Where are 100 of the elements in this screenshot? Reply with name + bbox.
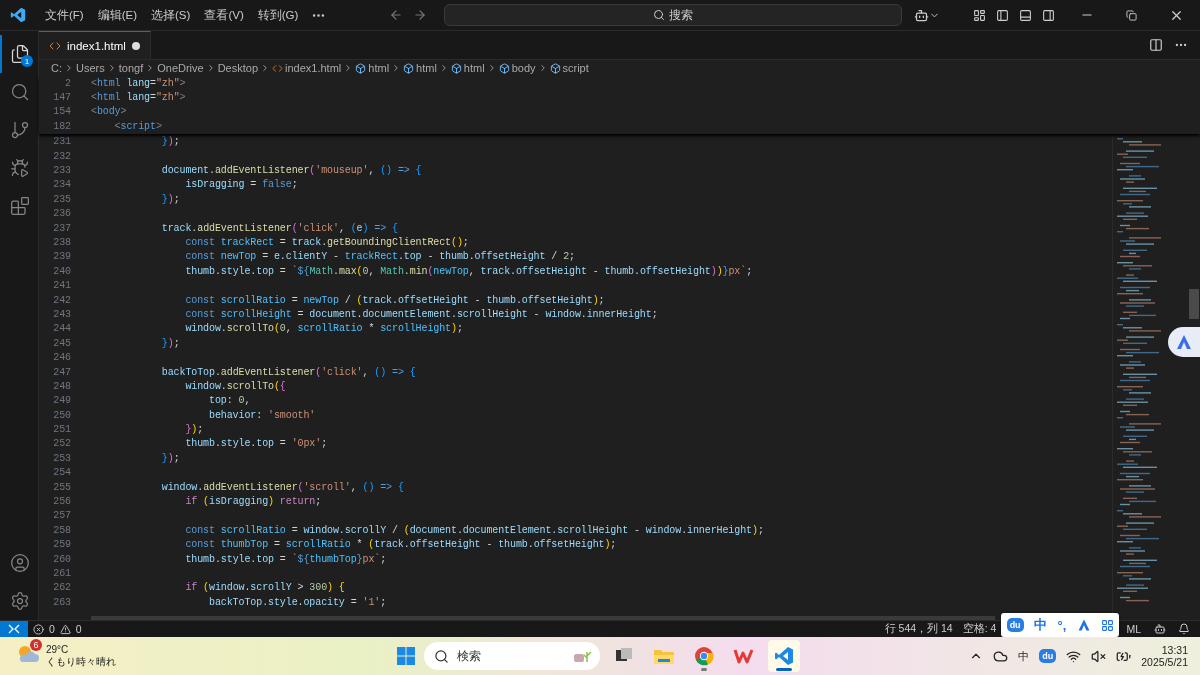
menu-item[interactable]: 查看(V): [197, 7, 251, 23]
app-logo-icon: [10, 7, 26, 23]
line-number: 231: [52, 136, 72, 148]
volume-muted-icon[interactable]: [1091, 648, 1107, 664]
indent-setting[interactable]: 空格: 4: [957, 622, 1002, 636]
line-number: 254: [52, 467, 72, 479]
menu-item[interactable]: 选择(S): [144, 7, 198, 23]
line-number: 244: [52, 323, 72, 335]
notifications-icon[interactable]: [1178, 623, 1190, 635]
editor-tab[interactable]: index1.html: [39, 31, 151, 59]
chevron-right-icon: [64, 63, 74, 73]
line-number: 257: [52, 510, 72, 522]
extensions-icon: [10, 196, 30, 216]
breadcrumb-item[interactable]: html: [463, 62, 485, 74]
cube-icon: [403, 62, 415, 74]
code-line: behavior: 'smooth': [208, 409, 316, 421]
remote-button[interactable]: [0, 621, 28, 637]
warning-count[interactable]: 0: [70, 623, 87, 635]
back-arrow-icon[interactable]: [389, 8, 404, 22]
breadcrumb-item[interactable]: OneDrive: [157, 62, 204, 74]
breadcrumb-item[interactable]: script: [562, 62, 589, 74]
line-number: 252: [52, 438, 72, 450]
breadcrumb-item[interactable]: Desktop: [217, 62, 259, 74]
scrollbar-thumb[interactable]: [1189, 288, 1199, 319]
clock[interactable]: 13:31 2025/5/21: [1141, 644, 1188, 668]
line-number: 240: [52, 265, 72, 277]
language-mode[interactable]: ML: [1121, 623, 1146, 635]
line-number: 247: [52, 366, 72, 378]
line-number: 258: [52, 524, 72, 536]
panel-right-icon[interactable]: [1042, 8, 1055, 22]
menu-item[interactable]: 文件(F): [38, 7, 91, 23]
taskbar-search-field[interactable]: 検索: [424, 642, 600, 670]
ime-toolbar[interactable]: du 中 °,: [1001, 613, 1120, 637]
grid-icon: [1101, 618, 1115, 632]
html-file-icon: [272, 62, 284, 74]
layout-icon[interactable]: [973, 8, 986, 22]
assistant-button[interactable]: [1168, 326, 1200, 357]
breadcrumb-item[interactable]: html: [368, 62, 390, 74]
input-method-indicator[interactable]: 中: [1018, 648, 1030, 664]
wifi-icon[interactable]: [1066, 648, 1082, 664]
breadcrumb-item[interactable]: body: [511, 62, 536, 74]
breadcrumb-item[interactable]: Users: [76, 62, 105, 74]
panel-left-icon[interactable]: [996, 8, 1009, 22]
search-icon: [10, 82, 30, 102]
error-count[interactable]: 0: [44, 623, 60, 635]
cursor-position[interactable]: 行 544，列 14: [879, 622, 958, 636]
search-icon: [653, 9, 666, 21]
line-number: 250: [52, 409, 72, 421]
code-line: <body>: [91, 106, 127, 118]
copilot-icon[interactable]: [914, 7, 930, 23]
breadcrumb-item[interactable]: C:: [51, 62, 62, 74]
split-editor-icon[interactable]: [1149, 38, 1163, 52]
line-number: 237: [52, 222, 72, 234]
menu-item[interactable]: 编辑(E): [90, 7, 145, 23]
code-line: const trackRect = track.getBoundingClientRect();: [184, 237, 469, 248]
code-line: backToTop.style.opacity = '1';: [208, 596, 387, 608]
menu-item[interactable]: 转到(G): [250, 7, 306, 23]
code-line: thumb.style.top = `${thumbTop}px`;: [184, 553, 387, 565]
cube-icon: [355, 62, 367, 74]
restore-icon[interactable]: [1126, 9, 1137, 21]
search-icon: [434, 648, 449, 664]
code-line: top: 0,: [208, 395, 251, 407]
code-line: window.scrollTo({: [184, 380, 286, 392]
input-mode: 中: [1034, 616, 1048, 634]
code-line: });: [160, 136, 180, 148]
line-number: 245: [52, 337, 72, 349]
line-number: 255: [52, 481, 72, 493]
office-app-icon: [733, 647, 755, 665]
line-number: 253: [52, 452, 72, 464]
code-line: if (isDragging) return;: [184, 496, 322, 507]
code-line: <script>: [113, 120, 162, 132]
breadcrumb-item[interactable]: html: [416, 62, 437, 74]
code-line: thumb.style.top = `${Math.max(0, Math.min(newTop, track.offsetHeight - thumb.offsetHeight))}px`;: [184, 265, 753, 277]
cube-icon: [450, 62, 462, 74]
branch-icon: [10, 120, 30, 140]
code-line: backToTop.addEventListener('click', () => {: [160, 366, 416, 378]
triangle-icon: [1076, 618, 1091, 632]
code-line: });: [160, 452, 180, 464]
warning-icon[interactable]: [59, 623, 71, 635]
copilot-icon[interactable]: [1154, 623, 1166, 635]
tray-app-logo[interactable]: du: [1039, 649, 1057, 663]
code-line: document.addEventListener('mouseup', () => {: [160, 165, 422, 177]
line-number: 182: [52, 120, 72, 132]
cloud-icon[interactable]: [993, 648, 1009, 664]
code-line: });: [160, 337, 180, 349]
forward-arrow-icon[interactable]: [413, 8, 428, 22]
line-number: 235: [52, 193, 72, 205]
command-search-field[interactable]: 搜索: [444, 4, 903, 26]
notification-badge: 1: [21, 55, 33, 67]
panel-bottom-icon[interactable]: [1019, 8, 1032, 22]
ime-logo: du: [1006, 618, 1024, 632]
line-number: 233: [52, 165, 72, 177]
taskbar-app[interactable]: [768, 640, 800, 672]
remote-icon: [8, 624, 20, 634]
start-icon[interactable]: [396, 646, 416, 666]
breadcrumb-item[interactable]: tongf: [118, 62, 144, 74]
code-line: });: [184, 424, 204, 436]
code-line: const newTop = e.clientY - trackRect.top - thumb.offsetHeight / 2;: [184, 251, 575, 263]
error-icon[interactable]: [33, 623, 44, 635]
breadcrumb-item[interactable]: index1.html: [285, 62, 342, 74]
